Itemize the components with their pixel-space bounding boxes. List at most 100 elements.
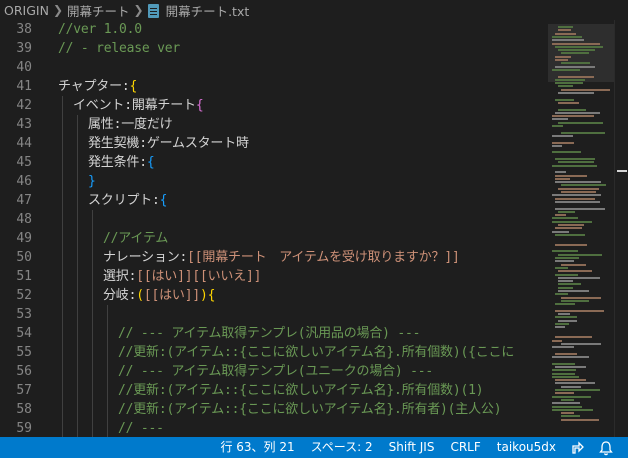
vertical-scrollbar[interactable]: [614, 20, 628, 437]
minimap-line: [552, 339, 563, 342]
breadcrumb-folder[interactable]: 開幕チート: [67, 1, 130, 20]
code-token: {: [207, 288, 216, 303]
code-line[interactable]: スクリプト:{: [88, 191, 167, 210]
minimap-line: [552, 220, 592, 223]
chevron-right-icon: ❯: [133, 3, 144, 17]
breadcrumb-file[interactable]: 開幕チート.txt: [166, 1, 250, 20]
code-area[interactable]: //ver 1.0.0// - release ver チャプター:{イベント:開…: [58, 20, 548, 437]
code-token: (: [136, 288, 144, 303]
line-number: 51: [16, 269, 32, 284]
code-line[interactable]: }: [88, 172, 96, 191]
minimap-line: [555, 352, 577, 355]
code-line[interactable]: //更新:(アイテム::{ここに欲しいアイテム名}.所有個数)({ここに: [118, 343, 514, 362]
minimap-line: [555, 336, 592, 339]
minimap-line: [555, 243, 588, 246]
code-line[interactable]: //更新:(アイテム::{ここに欲しいアイテム名}.所有者)(主人公): [118, 400, 502, 419]
minimap-line: [558, 319, 577, 322]
minimap-line: [558, 187, 600, 190]
minimap-line: [555, 379, 586, 382]
line-number: 44: [16, 136, 32, 151]
minimap-line: [558, 276, 600, 279]
minimap-line: [561, 263, 587, 266]
indent-guide: [92, 210, 93, 437]
code-token: {: [146, 155, 155, 170]
code-line[interactable]: 分岐:([[はい]]){: [103, 286, 215, 305]
minimap-line: [555, 326, 566, 329]
code-line[interactable]: イベント:開幕チート{: [73, 96, 204, 115]
minimap-line: [555, 177, 570, 180]
minimap-line: [555, 78, 585, 81]
chevron-right-icon: ❯: [52, 3, 63, 17]
live-share-icon[interactable]: [570, 440, 586, 456]
line-number: 41: [16, 79, 32, 94]
code-line[interactable]: 属性:一度だけ: [88, 115, 173, 134]
code-token: //更新:(アイテム::{ここに欲しいアイテム名}.所有個数)(1): [118, 383, 484, 398]
code-line[interactable]: 発生契機:ゲームスタート時: [88, 134, 249, 153]
minimap-line: [552, 405, 582, 408]
minimap-line: [558, 210, 575, 213]
code-token: // --- アイテム取得テンプレ(ユニークの場合) ---: [118, 364, 434, 379]
code-line[interactable]: // --- アイテム取得テンプレ(ユニークの場合) ---: [118, 362, 433, 381]
minimap-line: [555, 309, 605, 312]
minimap-line: [555, 323, 569, 325]
code-token: {: [195, 98, 204, 113]
minimap-line: [555, 181, 602, 184]
code-token: 発生契機:ゲームスタート時: [88, 136, 249, 151]
code-token: ): [199, 288, 208, 303]
encoding-selector[interactable]: Shift JIS: [381, 437, 443, 458]
cursor-position[interactable]: 行 63、列 21: [212, 437, 302, 458]
code-line[interactable]: 発生条件:{: [88, 153, 155, 172]
minimap-line: [552, 356, 590, 358]
minimap-line: [558, 49, 595, 52]
indentation-setting[interactable]: スペース: 2: [303, 437, 381, 458]
code-line[interactable]: チャプター:{: [58, 77, 137, 96]
minimap-line: [558, 29, 572, 32]
minimap-line: [555, 260, 575, 263]
code-line[interactable]: // --- アイテム取得テンプレ(汎用品の場合) ---: [118, 324, 420, 343]
minimap-line: [555, 266, 569, 269]
minimap-line: [561, 412, 575, 415]
breadcrumb: ORIGIN ❯ 開幕チート ❯ 開幕チート.txt: [0, 0, 628, 20]
minimap-line: [552, 194, 601, 197]
bell-icon[interactable]: [598, 440, 614, 456]
minimap-line: [555, 171, 567, 174]
line-number: 45: [16, 155, 32, 170]
code-editor[interactable]: 38 39 40 41 42 43 44 45 46 47 48 49 50 51 52 53 54 55 56 57…: [0, 20, 628, 437]
breadcrumb-root[interactable]: ORIGIN: [4, 3, 49, 18]
line-number: 43: [16, 117, 32, 132]
code-token: //アイテム: [103, 231, 169, 246]
minimap-line: [552, 402, 581, 405]
code-line[interactable]: ナレーション:[[開幕チート アイテムを受け取りますか？]]: [103, 248, 460, 267]
code-line[interactable]: //アイテム: [103, 229, 168, 248]
minimap[interactable]: [548, 20, 614, 437]
code-line[interactable]: // ---: [118, 419, 164, 437]
line-number: 47: [16, 193, 32, 208]
line-number: 38: [16, 22, 32, 37]
code-line[interactable]: //ver 1.0.0: [58, 20, 142, 39]
minimap-line: [558, 75, 594, 78]
line-number: 57: [16, 383, 32, 398]
minimap-line: [561, 62, 590, 65]
code-token: 選択:: [103, 269, 137, 284]
minimap-line: [561, 191, 597, 193]
code-line[interactable]: //更新:(アイテム::{ここに欲しいアイテム名}.所有個数)(1): [118, 381, 484, 400]
minimap-line: [552, 372, 576, 375]
minimap-line: [552, 230, 569, 233]
account-name[interactable]: taikou5dx: [489, 437, 564, 458]
code-token: {: [159, 193, 168, 208]
code-line[interactable]: 選択:[[はい]][[いいえ]]: [103, 267, 261, 286]
line-number: 53: [16, 307, 32, 322]
code-line[interactable]: // - release ver: [58, 39, 180, 58]
minimap-line: [555, 214, 566, 217]
minimap-line: [558, 101, 579, 104]
minimap-line: [552, 68, 580, 71]
minimap-line: [555, 111, 600, 114]
code-token: // - release ver: [58, 41, 181, 56]
code-token: チャプター:: [58, 79, 130, 94]
code-token: [[開幕チート アイテムを受け取りますか？]]: [187, 250, 460, 265]
minimap-line: [552, 164, 598, 167]
minimap-line: [561, 88, 610, 91]
minimap-line: [552, 362, 576, 365]
line-number: 56: [16, 364, 32, 379]
eol-selector[interactable]: CRLF: [442, 437, 488, 458]
